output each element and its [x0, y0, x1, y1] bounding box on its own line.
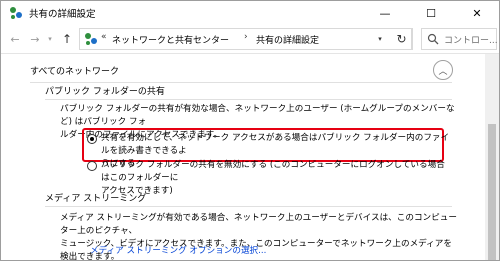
title-bar: 共有の詳細設定 — ☐ ✕ [1, 1, 499, 25]
breadcrumb-overflow[interactable]: « [101, 32, 107, 42]
network-sharing-icon [85, 33, 97, 45]
radio-label-line2: アクセスできます) [101, 186, 173, 196]
scrollbar-thumb[interactable] [488, 124, 496, 260]
breadcrumb-network-center[interactable]: ネットワークと共有センター [112, 33, 229, 46]
close-button[interactable]: ✕ [454, 1, 499, 25]
radio-label-line1: パブリック フォルダーの共有を無効にする (このコンピューターにログオンしている… [101, 160, 445, 183]
advanced-sharing-window: 共有の詳細設定 — ☐ ✕ ← → ▾ ↑ « ネットワークと共有センター › … [0, 0, 500, 261]
search-input[interactable]: コントロー... [421, 28, 498, 50]
up-button[interactable]: ↑ [59, 31, 75, 47]
breadcrumb-separator[interactable]: › [244, 32, 248, 42]
forward-button[interactable]: → [27, 31, 43, 47]
maximize-button[interactable]: ☐ [408, 1, 454, 25]
section-divider [30, 82, 452, 83]
public-folder-description-line1: パブリック フォルダーの共有が有効な場合、ネットワーク上のユーザー (ホームグル… [60, 104, 455, 127]
media-streaming-divider [45, 206, 452, 207]
settings-content: すべてのネットワーク ︿ パブリック フォルダーの共有 パブリック フォルダーの… [1, 54, 485, 260]
media-streaming-title: メディア ストリーミング [45, 194, 147, 204]
search-icon [427, 33, 439, 45]
public-folder-divider [45, 99, 452, 100]
minimize-button[interactable]: — [362, 1, 408, 25]
breadcrumb-advanced-sharing[interactable]: 共有の詳細設定 [256, 33, 319, 46]
media-description-line1: メディア ストリーミングが有効である場合、ネットワーク上のユーザーとデバイスは、… [60, 213, 457, 236]
window-title: 共有の詳細設定 [29, 9, 96, 20]
address-history-dropdown[interactable]: ▾ [370, 28, 390, 50]
vertical-scrollbar[interactable] [485, 54, 499, 260]
back-button[interactable]: ← [7, 31, 23, 47]
public-folder-title: パブリック フォルダーの共有 [45, 87, 165, 97]
radio-button-unchecked[interactable] [87, 161, 97, 171]
address-row: ← → ▾ ↑ « ネットワークと共有センター › 共有の詳細設定 ▾ ↻ コン… [1, 25, 499, 53]
media-streaming-options-link[interactable]: メディア ストリーミング オプションの選択... [90, 244, 266, 256]
radio-button-checked[interactable] [87, 134, 97, 144]
address-bar[interactable]: « ネットワークと共有センター › 共有の詳細設定 [79, 28, 412, 50]
search-placeholder: コントロー... [444, 36, 498, 46]
collapse-chevron-icon[interactable]: ︿ [433, 60, 453, 80]
recent-locations-dropdown[interactable]: ▾ [45, 31, 55, 47]
network-sharing-icon [10, 7, 22, 19]
refresh-button[interactable]: ↻ [391, 28, 413, 50]
section-title-all-networks: すべてのネットワーク [30, 67, 120, 77]
radio-label-line1: 共有を有効にして、ネットワーク アクセスがある場合はパブリック フォルダー内のフ… [101, 133, 450, 156]
radio-label-disable-sharing[interactable]: パブリック フォルダーの共有を無効にする (このコンピューターにログオンしている… [101, 159, 451, 198]
